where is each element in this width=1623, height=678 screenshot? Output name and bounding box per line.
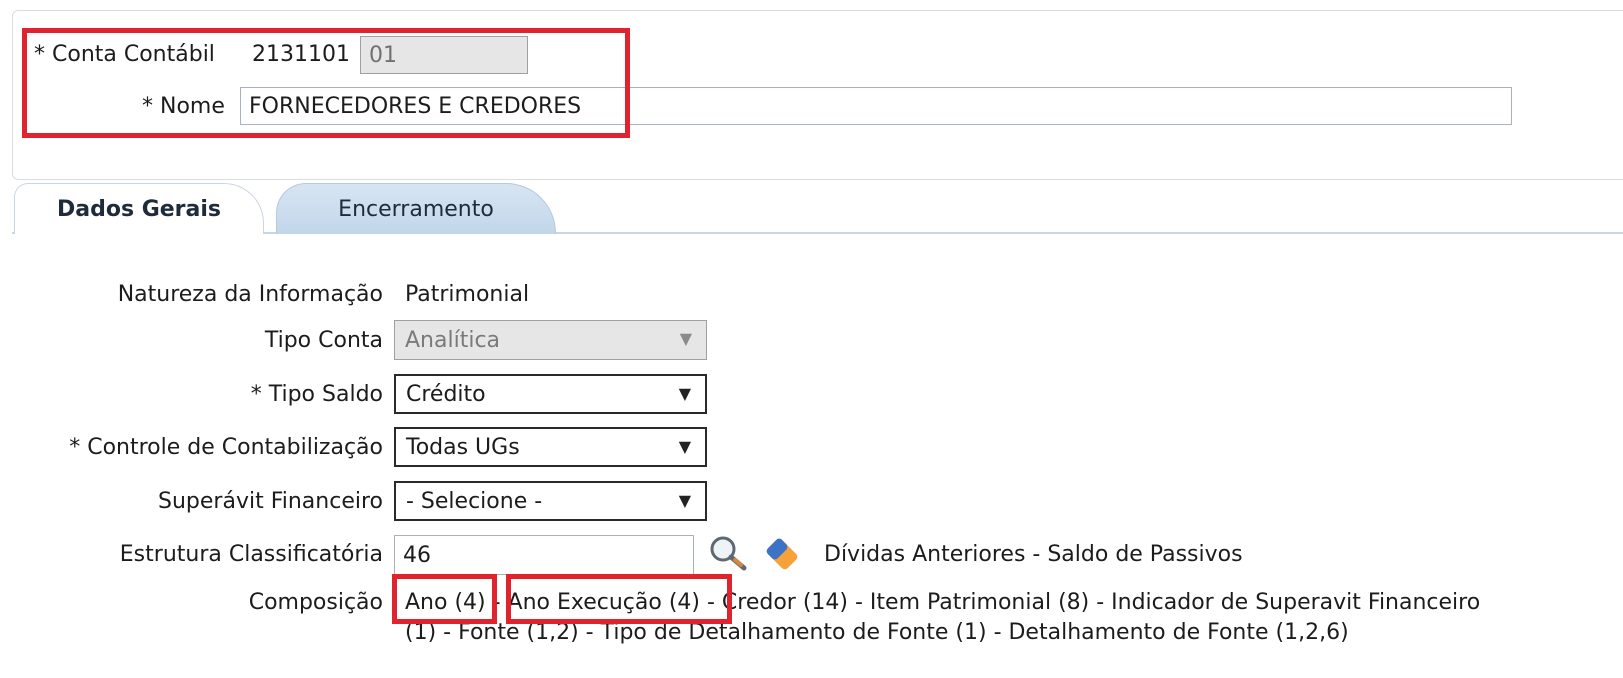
page: * Conta Contábil 2131101 01 * Nome FORNE… (0, 0, 1623, 678)
eraser-icon[interactable] (760, 534, 804, 574)
triangle-down-icon: ▼ (678, 384, 691, 403)
tipo-saldo-select[interactable]: Crédito ▼ (394, 374, 707, 414)
conta-suffix-field: 01 (360, 36, 528, 74)
tipo-saldo-label: * Tipo Saldo (250, 382, 383, 407)
estrutura-label: Estrutura Classificatória (119, 542, 383, 567)
natureza-label: Natureza da Informação (117, 282, 383, 307)
tipo-conta-label: Tipo Conta (264, 328, 383, 353)
nome-field[interactable]: FORNECEDORES E CREDORES (240, 87, 1512, 125)
conta-suffix-value: 01 (369, 42, 397, 68)
controle-select[interactable]: Todas UGs ▼ (394, 427, 707, 467)
magnifier-icon[interactable] (708, 534, 750, 574)
estrutura-field[interactable]: 46 (394, 535, 694, 575)
triangle-down-icon: ▼ (678, 437, 691, 456)
superavit-value: - Selecione - (406, 488, 543, 514)
conta-contabil-value: 2131101 (252, 42, 350, 67)
composicao-line-2: (1) - Fonte (1,2) - Tipo de Detalhamento… (405, 620, 1349, 645)
superavit-label: Superávit Financeiro (158, 489, 383, 514)
tab-encerramento-label: Encerramento (338, 196, 494, 222)
controle-value: Todas UGs (406, 434, 520, 460)
natureza-value: Patrimonial (405, 282, 530, 307)
composicao-line-1: Ano (4) - Ano Execução (4) - Credor (14)… (405, 590, 1481, 615)
tab-dados-gerais[interactable]: Dados Gerais (14, 183, 264, 234)
controle-label: * Controle de Contabilização (69, 435, 383, 460)
superavit-select[interactable]: - Selecione - ▼ (394, 481, 707, 521)
nome-value: FORNECEDORES E CREDORES (249, 93, 582, 119)
tab-encerramento[interactable]: Encerramento (276, 183, 556, 234)
tipo-saldo-value: Crédito (406, 381, 486, 407)
triangle-down-icon: ▼ (679, 329, 692, 348)
triangle-down-icon: ▼ (678, 491, 691, 510)
tipo-conta-value: Analítica (405, 327, 501, 353)
tipo-conta-select: Analítica ▼ (394, 320, 707, 360)
tab-dados-gerais-label: Dados Gerais (56, 196, 222, 222)
conta-contabil-label: * Conta Contábil (34, 42, 215, 67)
nome-label: * Nome (142, 94, 225, 119)
estrutura-description: Dívidas Anteriores - Saldo de Passivos (824, 542, 1243, 567)
estrutura-value: 46 (403, 542, 431, 568)
composicao-label: Composição (248, 590, 383, 615)
